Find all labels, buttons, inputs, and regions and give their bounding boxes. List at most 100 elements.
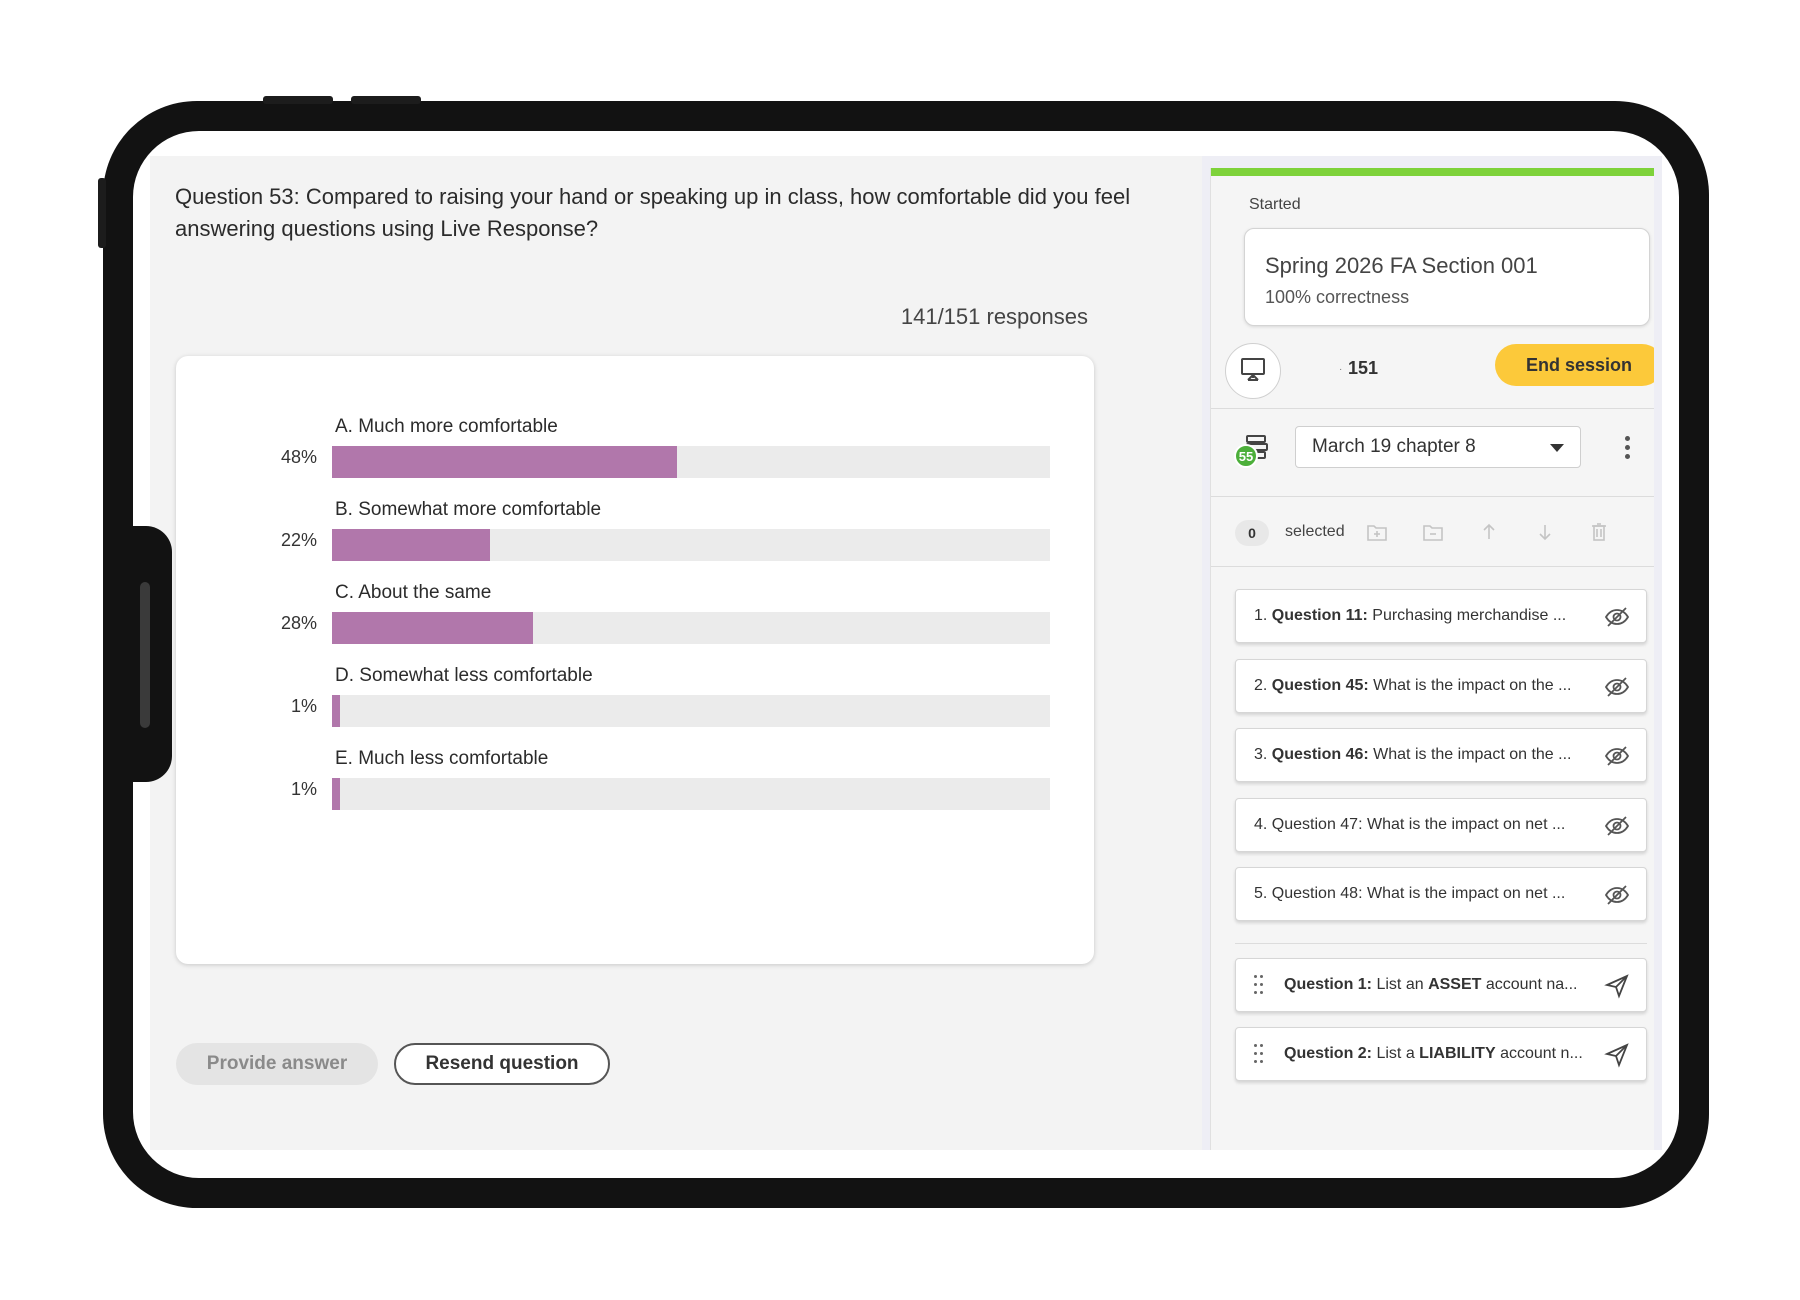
option-label: D. Somewhat less comfortable (335, 665, 593, 686)
send-question-icon[interactable] (1604, 1042, 1630, 1068)
question-number: 4. (1254, 815, 1268, 833)
response-count: 141/151 responses (900, 304, 1088, 329)
question-snippet: List a (1376, 1045, 1415, 1062)
bar-track (332, 695, 1050, 727)
question-snippet: account na... (1485, 976, 1578, 993)
question-set-icon: 55 (1233, 430, 1273, 470)
question-deck-select[interactable]: March 19 chapter 8 (1295, 426, 1581, 468)
question-number: 3. (1254, 746, 1268, 763)
question-snippet: account n... (1500, 1045, 1583, 1062)
section-card[interactable]: Spring 2026 FA Section 001 100% correctn… (1244, 228, 1650, 326)
app-screen: Question 53: Compared to raising your ha… (150, 156, 1662, 1150)
question-title: Question 46: (1271, 746, 1369, 763)
bar (332, 612, 534, 644)
bar (332, 446, 677, 478)
question-item-text: Question 2: List a LIABILITY account n..… (1284, 1045, 1596, 1063)
bar-track (332, 612, 1050, 644)
question-snippet: What is the impact on the ... (1373, 676, 1572, 694)
participant-count: 151 (1348, 358, 1379, 378)
question-title: Question 45: (1271, 676, 1369, 694)
bar-track (332, 529, 1050, 561)
hidden-eye-icon[interactable] (1604, 604, 1630, 630)
asked-question-item[interactable]: 2. Question 45: What is the impact on th… (1235, 658, 1647, 713)
question-snippet: List an (1376, 976, 1424, 993)
hidden-eye-icon[interactable] (1604, 882, 1630, 908)
session-status: Started (1249, 196, 1301, 213)
add-to-folder-icon[interactable] (1365, 520, 1389, 544)
presentation-screen-icon (1239, 355, 1267, 388)
end-session-button[interactable]: End session (1495, 344, 1654, 386)
question-snippet: What is the impact on the ... (1373, 746, 1572, 763)
bar-track (332, 778, 1050, 810)
results-chart-card: A. Much more comfortable 48% B. Somewhat m… (176, 356, 1094, 964)
option-label: C. About the same (335, 582, 492, 603)
provide-answer-button[interactable]: Provide answer (176, 1043, 378, 1085)
question-item-text: 5. Question 48: What is the impact on ne… (1254, 885, 1584, 903)
asked-question-item[interactable]: 5. Question 48: What is the impact on ne… (1235, 867, 1647, 921)
question-snippet: What is the impact on net ... (1366, 885, 1566, 902)
bar (332, 778, 340, 810)
question-item-text: Question 1: List an ASSET account na... (1284, 976, 1596, 994)
question-item-text: 1. Question 11: Purchasing merchandise .… (1254, 607, 1584, 625)
question-item-text: 2. Question 45: What is the impact on th… (1254, 677, 1584, 695)
tablet-side-notch (120, 526, 172, 782)
queued-question-item[interactable]: Question 2: List a LIABILITY account n..… (1235, 1027, 1647, 1081)
question-title: Question 47: (1271, 815, 1363, 833)
option-label: B. Somewhat more comfortable (335, 499, 602, 520)
tablet-top-button (351, 96, 421, 104)
participant-indicator: · (1339, 364, 1343, 375)
option-percent: 1% (290, 779, 317, 799)
asked-question-item[interactable]: 4. Question 47: What is the impact on ne… (1235, 797, 1647, 852)
divider (1235, 943, 1647, 944)
question-set-badge: 55 (1239, 449, 1253, 464)
caret-down-icon (1550, 444, 1564, 452)
option-percent: 28% (280, 613, 317, 633)
option-label: A. Much more comfortable (335, 416, 558, 437)
results-pane: Question 53: Compared to raising your ha… (150, 156, 1202, 1150)
option-label: E. Much less comfortable (335, 748, 549, 769)
session-sidebar: Started Spring 2026 FA Section 001 100% … (1210, 168, 1654, 1150)
section-correctness: 100% correctness (1265, 287, 1410, 307)
option-percent: 1% (290, 696, 317, 716)
question-snippet: What is the impact on net ... (1366, 815, 1566, 833)
resend-question-button[interactable]: Resend question (394, 1043, 610, 1085)
asked-question-item[interactable]: 3. Question 46: What is the impact on th… (1235, 728, 1647, 782)
question-item-text: 3. Question 46: What is the impact on th… (1254, 746, 1584, 764)
present-button[interactable] (1225, 343, 1281, 399)
move-up-icon[interactable] (1477, 520, 1501, 544)
question-title: Question 1: (1284, 976, 1373, 993)
option-percent: 48% (280, 447, 317, 467)
divider (1211, 408, 1654, 409)
hidden-eye-icon[interactable] (1604, 674, 1630, 700)
tablet-bezel: Question 53: Compared to raising your ha… (133, 131, 1679, 1178)
move-down-icon[interactable] (1533, 520, 1557, 544)
question-number: 2. (1254, 676, 1268, 694)
question-number: 1. (1254, 607, 1268, 624)
send-question-icon[interactable] (1604, 973, 1630, 999)
asked-question-item[interactable]: 1. Question 11: Purchasing merchandise .… (1235, 589, 1647, 643)
question-text: Question 53: Compared to raising your ha… (175, 184, 1131, 241)
deck-select-value: March 19 chapter 8 (1312, 436, 1476, 457)
section-name: Spring 2026 FA Section 001 (1265, 253, 1538, 278)
tablet-top-button (263, 96, 333, 104)
more-options-icon[interactable] (1621, 432, 1633, 466)
question-keyword: LIABILITY (1419, 1045, 1496, 1062)
queued-question-item[interactable]: Question 1: List an ASSET account na... (1235, 958, 1647, 1012)
drag-handle-icon[interactable] (1252, 1042, 1266, 1068)
question-number: 5. (1254, 885, 1268, 902)
remove-from-folder-icon[interactable] (1421, 520, 1445, 544)
delete-icon[interactable] (1587, 520, 1611, 544)
bar-track (332, 446, 1050, 478)
bar (332, 529, 490, 561)
question-item-text: 4. Question 47: What is the impact on ne… (1254, 816, 1584, 834)
hidden-eye-icon[interactable] (1604, 743, 1630, 769)
divider (1211, 496, 1654, 497)
selected-count: 0 (1235, 520, 1269, 546)
hidden-eye-icon[interactable] (1604, 813, 1630, 839)
question-title: Question 48: (1271, 885, 1363, 902)
question-title: Question 2: (1284, 1045, 1373, 1062)
question-keyword: ASSET (1428, 976, 1482, 993)
divider (1211, 566, 1654, 567)
selected-label: selected (1285, 523, 1345, 540)
drag-handle-icon[interactable] (1252, 973, 1266, 999)
